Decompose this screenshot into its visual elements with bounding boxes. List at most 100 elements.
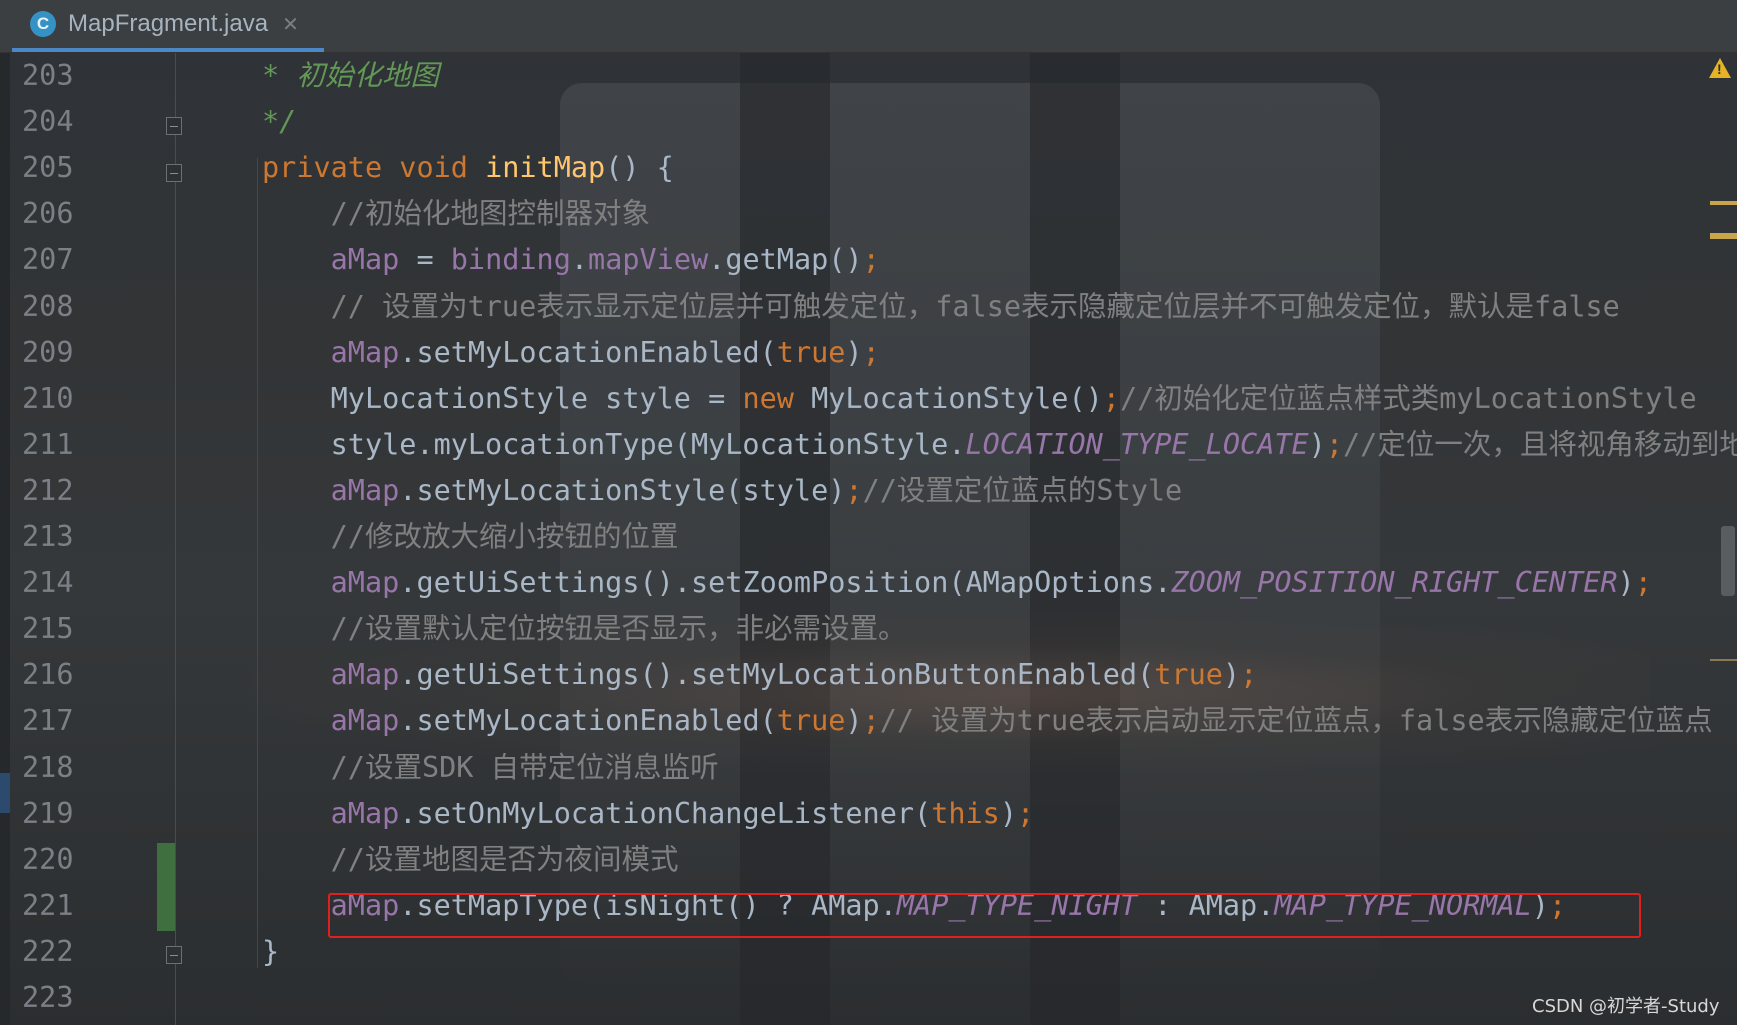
code-line[interactable]: 219 aMap.setOnMyLocationChangeListener(t… <box>0 791 1737 837</box>
code-token: = <box>399 243 451 277</box>
code-text[interactable]: style.myLocationType(MyLocationStyle.LOC… <box>262 422 1737 468</box>
code-editor[interactable]: 203 * 初始化地图 204 */ 205 private void initMap()… <box>0 53 1737 1025</box>
code-line[interactable]: 209 aMap.setMyLocationEnabled(true); <box>0 330 1737 376</box>
code-line[interactable]: 204 */ <box>0 99 1737 145</box>
code-token: * <box>262 59 297 92</box>
code-text[interactable]: //设置默认定位按钮是否显示，非必需设置。 <box>262 606 907 652</box>
line-number: 213 <box>22 520 74 553</box>
code-line[interactable]: 218 //设置SDK 自带定位消息监听 <box>0 745 1737 791</box>
code-token: 初始化地图 <box>296 59 439 92</box>
code-token: .setOnMyLocationChangeListener( <box>399 796 932 830</box>
code-line[interactable]: 215 //设置默认定位按钮是否显示，非必需设置。 <box>0 606 1737 652</box>
code-token: ) <box>1308 427 1326 461</box>
line-number: 211 <box>22 427 74 461</box>
code-token: aMap <box>330 566 400 600</box>
line-number: 207 <box>22 243 74 277</box>
code-token: ; <box>1017 796 1035 830</box>
tab-mapfragment-java[interactable]: C MapFragment.java ✕ <box>12 0 324 52</box>
line-number: 205 <box>22 151 74 185</box>
code-token: ) <box>999 796 1018 830</box>
code-token: //初始化定位蓝点样式类myLocationStyle <box>1119 381 1697 415</box>
line-number: 218 <box>22 750 74 784</box>
code-line[interactable]: 210 MyLocationStyle style = new MyLocati… <box>0 376 1737 422</box>
code-token: MyLocationStyle style = <box>262 381 743 415</box>
code-text[interactable]: aMap.setMyLocationEnabled(true);// 设置为tr… <box>262 698 1713 744</box>
code-token: true <box>1154 658 1223 692</box>
line-number: 212 <box>22 473 74 507</box>
code-text[interactable]: */ <box>262 99 296 145</box>
error-stripe-marker[interactable] <box>1710 659 1737 661</box>
code-token: ; <box>1325 427 1344 461</box>
code-line[interactable]: 214 aMap.getUiSettings().setZoomPosition… <box>0 560 1737 606</box>
error-stripe-marker[interactable] <box>1710 233 1737 239</box>
code-token: .setMyLocationEnabled( <box>399 704 777 738</box>
line-number: 208 <box>22 289 74 323</box>
code-text[interactable]: aMap.setMyLocationEnabled(true); <box>262 330 880 376</box>
code-line[interactable]: 211 style.myLocationType(MyLocationStyle… <box>0 422 1737 468</box>
line-number: 222 <box>22 934 74 968</box>
code-token: initMap <box>485 151 606 185</box>
code-text[interactable]: // 设置为true表示显示定位层并可触发定位，false表示隐藏定位层并不可触… <box>262 284 1620 330</box>
scrollbar-thumb[interactable] <box>1721 526 1735 596</box>
code-token: ; <box>862 704 880 738</box>
line-number: 215 <box>22 612 74 646</box>
code-line[interactable]: 216 aMap.getUiSettings().setMyLocationBu… <box>0 652 1737 698</box>
code-token: mapView <box>588 243 709 277</box>
code-line[interactable]: 205 private void initMap() { <box>0 145 1737 191</box>
code-text[interactable]: aMap.getUiSettings().setZoomPosition(AMa… <box>262 560 1652 606</box>
line-number: 203 <box>22 59 74 92</box>
code-token: //设置定位蓝点的Style <box>862 473 1183 507</box>
code-line[interactable]: 206 //初始化地图控制器对象 <box>0 191 1737 237</box>
highlight-annotation-box <box>328 893 1641 938</box>
code-token: aMap <box>330 473 400 507</box>
code-token: ZOOM_POSITION_RIGHT_CENTER <box>1171 566 1618 600</box>
code-token: .setMyLocationEnabled( <box>399 335 777 369</box>
warning-icon[interactable]: ! <box>1709 58 1731 78</box>
code-text[interactable]: aMap.setMyLocationStyle(style);//设置定位蓝点的… <box>262 468 1183 514</box>
code-token: ; <box>845 473 863 507</box>
code-text[interactable]: MyLocationStyle style = new MyLocationSt… <box>262 376 1697 422</box>
code-text[interactable]: } <box>262 929 279 975</box>
code-line[interactable]: 208 // 设置为true表示显示定位层并可触发定位，false表示隐藏定位层… <box>0 284 1737 330</box>
close-icon[interactable]: ✕ <box>282 12 299 36</box>
code-text[interactable]: aMap = binding.mapView.getMap(); <box>262 237 880 283</box>
code-token: true <box>776 704 846 738</box>
code-line[interactable]: 220 //设置地图是否为夜间模式 <box>0 837 1737 883</box>
code-line[interactable]: 207 aMap = binding.mapView.getMap(); <box>0 237 1737 283</box>
code-text[interactable]: //修改放大缩小按钮的位置 <box>262 514 679 560</box>
code-token: //初始化地图控制器对象 <box>262 197 650 231</box>
line-number: 210 <box>22 381 74 415</box>
code-token: . <box>570 243 589 277</box>
code-token: aMap <box>330 335 400 369</box>
code-token: .getMap() <box>708 243 863 277</box>
code-text[interactable]: //设置地图是否为夜间模式 <box>262 837 679 883</box>
code-token: // 设置为true表示启动显示定位蓝点，false表示隐藏定位蓝点 <box>879 704 1713 738</box>
code-line[interactable]: 203 * 初始化地图 <box>0 53 1737 99</box>
code-text[interactable]: //设置SDK 自带定位消息监听 <box>262 745 719 791</box>
code-line[interactable]: 223 <box>0 975 1737 1021</box>
code-text[interactable]: //初始化地图控制器对象 <box>262 191 650 237</box>
code-text[interactable]: * 初始化地图 <box>262 53 439 99</box>
java-class-icon: C <box>30 11 56 37</box>
code-line[interactable]: 217 aMap.setMyLocationEnabled(true);// 设… <box>0 698 1737 744</box>
code-text[interactable]: aMap.getUiSettings().setMyLocationButton… <box>262 652 1258 698</box>
line-number: 219 <box>22 796 74 830</box>
code-token: //定位一次，且将视角移动到地图中心点 <box>1343 427 1737 461</box>
code-text[interactable]: private void initMap() { <box>262 145 674 191</box>
line-number: 220 <box>22 842 74 876</box>
code-token: ; <box>1240 658 1258 692</box>
code-text[interactable]: aMap.setOnMyLocationChangeListener(this)… <box>262 791 1035 837</box>
error-stripe-marker[interactable] <box>1710 201 1737 205</box>
code-token: aMap <box>330 658 400 692</box>
code-token: this <box>931 796 1000 830</box>
code-line[interactable]: 213 //修改放大缩小按钮的位置 <box>0 514 1737 560</box>
code-line[interactable]: 212 aMap.setMyLocationStyle(style);//设置定… <box>0 468 1737 514</box>
code-token: */ <box>262 105 297 139</box>
